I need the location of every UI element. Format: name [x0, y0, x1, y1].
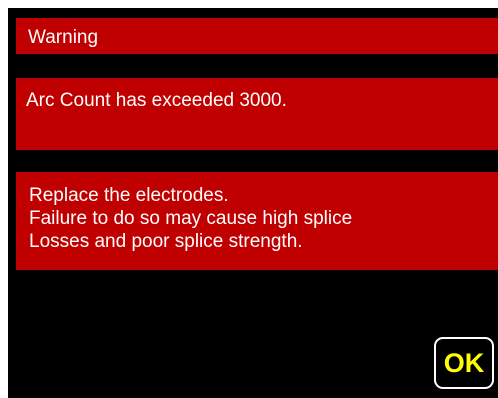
ok-button[interactable]: OK — [434, 337, 494, 389]
instruction-line: Failure to do so may cause high splice — [29, 208, 353, 229]
ok-button-label: OK — [443, 348, 485, 378]
instruction-box: Replace the electrodes. Failure to do so… — [16, 172, 498, 270]
instruction-line: Losses and poor splice strength. — [29, 231, 303, 252]
dialog-title: Warning — [28, 27, 99, 48]
warning-dialog: Warning Arc Count has exceeded 3000. Rep… — [8, 8, 498, 398]
warning-message-box: Arc Count has exceeded 3000. — [16, 78, 498, 150]
instruction-line: Replace the electrodes. — [29, 185, 229, 206]
warning-message: Arc Count has exceeded 3000. — [26, 90, 287, 111]
dialog-title-bar: Warning — [16, 18, 498, 54]
